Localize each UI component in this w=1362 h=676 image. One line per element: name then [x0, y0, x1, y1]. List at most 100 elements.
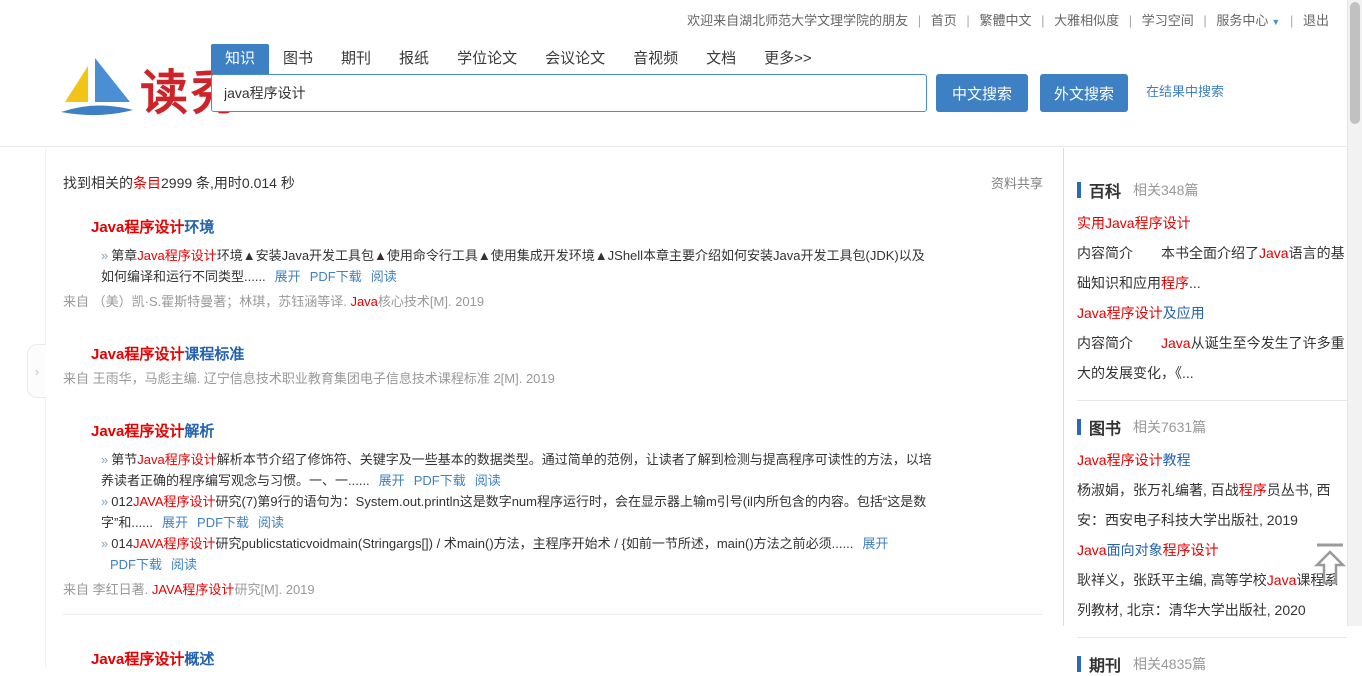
text-segment: Java程序设计 [137, 452, 216, 467]
snippet-action-link[interactable]: 展开 [162, 515, 188, 530]
snippet-action-link[interactable]: PDF下载 [110, 557, 162, 572]
text-segment: 内容简介 [1077, 335, 1161, 351]
tab-audio-video[interactable]: 音视频 [619, 44, 692, 74]
snippet-action-link[interactable]: PDF下载 [310, 269, 362, 284]
snippet-action-link[interactable]: 阅读 [371, 269, 397, 284]
tab-dissertations[interactable]: 学位论文 [443, 44, 531, 74]
page-scrollbar [1347, 0, 1362, 626]
sidebar-result-link[interactable]: Java程序设计教程 [1077, 445, 1347, 475]
result-snippet: »第章Java程序设计环境▲安装Java开发工具包▲使用命令行工具▲使用集成开发… [101, 245, 933, 287]
topbar-link-logout[interactable]: 退出 [1303, 13, 1329, 28]
text-segment: JAVA程序设计 [133, 536, 216, 551]
expand-panel-tab[interactable]: › [27, 344, 46, 398]
sidebar-result-desc: 杨淑娟，张万礼编著, 百战程序员丛书, 西安：西安电子科技大学出版社, 2019 [1077, 475, 1347, 535]
result-snippet: »第节Java程序设计解析本节介绍了修饰符、关键字及一些基本的数据类型。通过简单… [101, 449, 933, 491]
sidebar-result-link[interactable]: 实用Java程序设计 [1077, 208, 1347, 238]
topbar-separator: | [1290, 13, 1293, 28]
search-input[interactable] [211, 74, 927, 112]
text-segment: 解析 [184, 423, 214, 440]
snippet-arrow-icon: » [101, 452, 108, 467]
topbar-separator: | [918, 13, 921, 28]
topbar-separator: | [966, 13, 969, 28]
tab-newspapers[interactable]: 报纸 [385, 44, 443, 74]
highlighted-keyword: 条目 [133, 175, 161, 191]
result-snippet: »014JAVA程序设计研究publicstaticvoidmain(Strin… [101, 533, 933, 575]
text-segment: Java程序设计 [91, 346, 184, 363]
chinese-search-button[interactable]: 中文搜索 [936, 74, 1028, 112]
scrollbar-thumb[interactable] [1350, 2, 1360, 124]
snippet-action-link[interactable]: 阅读 [258, 515, 284, 530]
sidebar-section: 图书相关7631篇Java程序设计教程杨淑娟，张万礼编著, 百战程序员丛书, 西… [1077, 400, 1347, 625]
results-list: Java程序设计环境»第章Java程序设计环境▲安装Java开发工具包▲使用命令… [63, 219, 1063, 669]
tab-documents[interactable]: 文档 [692, 44, 750, 74]
snippet-action-link[interactable]: PDF下载 [197, 515, 249, 530]
text-segment: JAVA程序设计 [152, 582, 235, 597]
text-segment: 环境 [184, 219, 214, 236]
tab-conference-papers[interactable]: 会议论文 [531, 44, 619, 74]
text-segment: 程序设计 [1163, 542, 1219, 558]
sidebar-items: 实用Java程序设计内容简介 本书全面介绍了Java语言的基础知识和应用程序..… [1077, 208, 1347, 388]
text-segment: Java程序设计 [1105, 215, 1191, 231]
snippet-action-link[interactable]: 阅读 [475, 473, 501, 488]
text-segment: Java程序设计 [91, 651, 184, 668]
text-segment: Java [1259, 245, 1289, 261]
tab-knowledge[interactable]: 知识 [211, 44, 269, 74]
topbar-link-dayasimilarity[interactable]: 大雅相似度 [1054, 13, 1119, 28]
sidebar-result-link[interactable]: Java程序设计及应用 [1077, 298, 1347, 328]
text-segment: 杨淑娟，张万礼编著, 百战 [1077, 482, 1239, 498]
result-item: Java程序设计解析»第节Java程序设计解析本节介绍了修饰符、关键字及一些基本… [63, 423, 1063, 598]
text-segment: Java程序设计 [1077, 305, 1163, 321]
sidebar-result-link[interactable]: Java面向对象程序设计 [1077, 535, 1347, 565]
foreign-search-button[interactable]: 外文搜索 [1040, 74, 1128, 112]
snippet-action-link[interactable]: 展开 [275, 269, 301, 284]
sidebar-result-desc: 内容简介 Java从诞生至今发生了许多重大的发展变化，《... [1077, 328, 1347, 388]
result-title-link[interactable]: Java程序设计课程标准 [91, 346, 1063, 364]
text-segment: 核心技术[M]. 2019 [378, 294, 484, 309]
text-segment: 第章 [111, 248, 137, 263]
topbar: 欢迎来自湖北师范大学文理学院的朋友 | 首页 | 繁體中文 | 大雅相似度 | … [687, 10, 1329, 29]
text-segment: Java [1267, 572, 1297, 588]
text-segment: 012 [111, 494, 133, 509]
topbar-separator: | [1041, 13, 1044, 28]
snippet-action-link[interactable]: 展开 [379, 473, 405, 488]
text-segment: 014 [111, 536, 133, 551]
snippet-action-link[interactable]: PDF下载 [414, 473, 466, 488]
topbar-link-service-center[interactable]: 服务中心▼ [1216, 13, 1280, 28]
topbar-link-traditional-chinese[interactable]: 繁體中文 [979, 13, 1031, 28]
text-segment: 面向对象 [1107, 542, 1163, 558]
text-segment: 概述 [184, 651, 214, 668]
result-count-row: 找到相关的条目2999 条,用时0.014 秒 资料共享 [63, 173, 1043, 193]
result-item: Java程序设计课程标准来自 王雨华，马彪主编. 辽宁信息技术职业教育集团电子信… [63, 346, 1063, 387]
result-title-link[interactable]: Java程序设计环境 [91, 219, 1063, 237]
arrow-up-icon [1313, 574, 1347, 591]
result-title-link[interactable]: Java程序设计概述 [91, 651, 1063, 669]
topbar-link-learning-space[interactable]: 学习空间 [1142, 13, 1194, 28]
text-segment: 内容简介 本书全面介绍了 [1077, 245, 1259, 261]
text-segment: JAVA程序设计 [133, 494, 216, 509]
topbar-link-home[interactable]: 首页 [931, 13, 957, 28]
welcome-text: 欢迎来自湖北师范大学文理学院的朋友 [687, 13, 908, 28]
search-within-results-link[interactable]: 在结果中搜索 [1146, 81, 1224, 100]
sidebar-section-count: 相关4835篇 [1133, 654, 1206, 674]
text-segment: 环境▲安装Java开发工具包▲使用命令行工具▲使用集成开发环境▲JShell本章… [101, 248, 925, 284]
text-segment: 程序 [1239, 482, 1267, 498]
snippet-action-link[interactable]: 展开 [862, 536, 888, 551]
text-segment: Java程序设计 [91, 219, 184, 236]
text-segment: 实用 [1077, 215, 1105, 231]
snippet-action-link[interactable]: 阅读 [171, 557, 197, 572]
tab-books[interactable]: 图书 [269, 44, 327, 74]
share-materials-link[interactable]: 资料共享 [991, 173, 1043, 193]
text-segment: Java [1077, 542, 1107, 558]
result-title-link[interactable]: Java程序设计解析 [91, 423, 1063, 441]
sidebar-items: Java程序设计教程杨淑娟，张万礼编著, 百战程序员丛书, 西安：西安电子科技大… [1077, 445, 1347, 625]
tab-more[interactable]: 更多>> [750, 44, 826, 74]
sidebar-section-title: 图书 [1089, 415, 1121, 439]
snippet-arrow-icon: » [101, 536, 108, 551]
topbar-separator: | [1129, 13, 1132, 28]
back-to-top-button[interactable] [1313, 541, 1347, 592]
text-segment: 课程标准 [184, 346, 244, 363]
snippet-arrow-icon: » [101, 248, 108, 263]
sidebar-result-desc: 耿祥义，张跃平主编, 高等学校Java课程系列教材, 北京：清华大学出版社, 2… [1077, 565, 1347, 625]
tab-journals[interactable]: 期刊 [327, 44, 385, 74]
text-segment: 研究[M]. 2019 [234, 582, 314, 597]
